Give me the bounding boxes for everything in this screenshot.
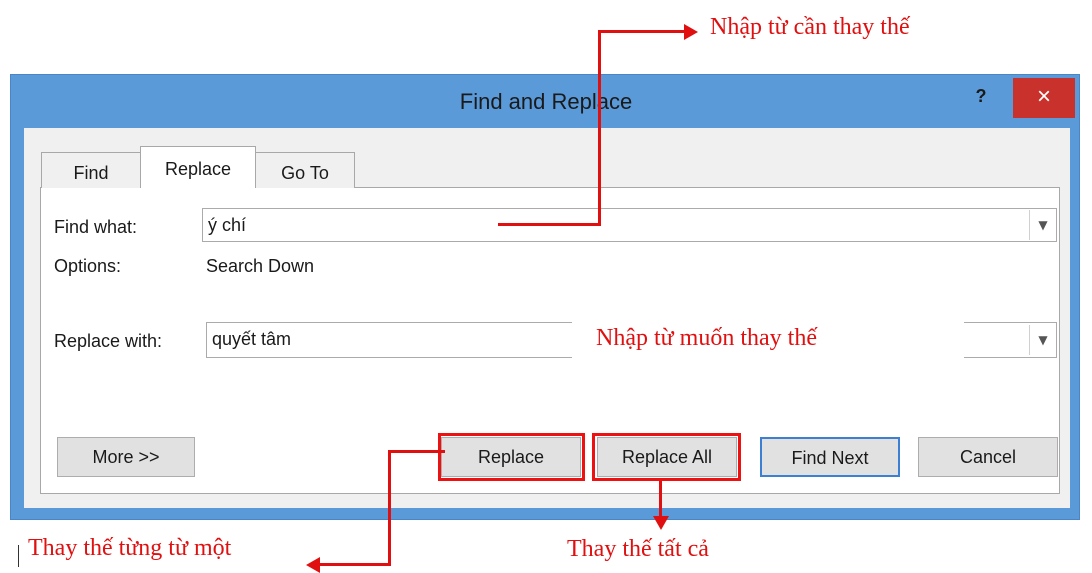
close-button[interactable]: × bbox=[1013, 78, 1075, 118]
arrow-top-horizontal bbox=[600, 30, 686, 33]
arrow-find-horizontal bbox=[498, 223, 599, 226]
arrow-find-vertical bbox=[598, 30, 601, 226]
active-tab-joiner bbox=[141, 186, 255, 189]
replace-dropdown-icon[interactable]: ▼ bbox=[1029, 325, 1056, 355]
dialog-title: Find and Replace bbox=[459, 89, 633, 114]
find-dropdown-icon[interactable]: ▼ bbox=[1029, 210, 1056, 240]
arrow-replace-one-h2 bbox=[320, 563, 390, 566]
arrow-replace-one-h1 bbox=[390, 450, 445, 453]
arrow-head-down-icon bbox=[653, 516, 669, 530]
replace-all-highlight bbox=[592, 433, 741, 481]
more-button[interactable]: More >> bbox=[57, 437, 195, 477]
arrow-head-right-icon bbox=[684, 24, 698, 40]
options-label: Options: bbox=[54, 256, 122, 276]
arrow-replace-all-v bbox=[659, 481, 662, 519]
replace-with-label: Replace with: bbox=[54, 331, 163, 351]
options-value: Search Down bbox=[206, 256, 315, 276]
arrow-replace-one-v bbox=[388, 450, 391, 566]
tab-find[interactable]: Find bbox=[41, 152, 141, 188]
tab-replace[interactable]: Replace bbox=[140, 146, 256, 188]
help-button[interactable]: ? bbox=[966, 85, 996, 107]
annotation-find-hint: Nhập từ cần thay thế bbox=[710, 14, 910, 40]
tab-goto[interactable]: Go To bbox=[255, 152, 355, 188]
annotation-replace-one: Thay thế từng từ một bbox=[28, 535, 232, 561]
find-what-label: Find what: bbox=[54, 217, 138, 237]
find-next-button[interactable]: Find Next bbox=[760, 437, 900, 477]
cursor-mark bbox=[18, 545, 19, 567]
annotation-replace-hint: Nhập từ muốn thay thế bbox=[596, 325, 817, 351]
annotation-replace-all: Thay thế tất cả bbox=[567, 536, 709, 562]
replace-highlight bbox=[438, 433, 585, 481]
find-what-input[interactable]: ý chí bbox=[202, 208, 1057, 242]
cancel-button[interactable]: Cancel bbox=[918, 437, 1058, 477]
